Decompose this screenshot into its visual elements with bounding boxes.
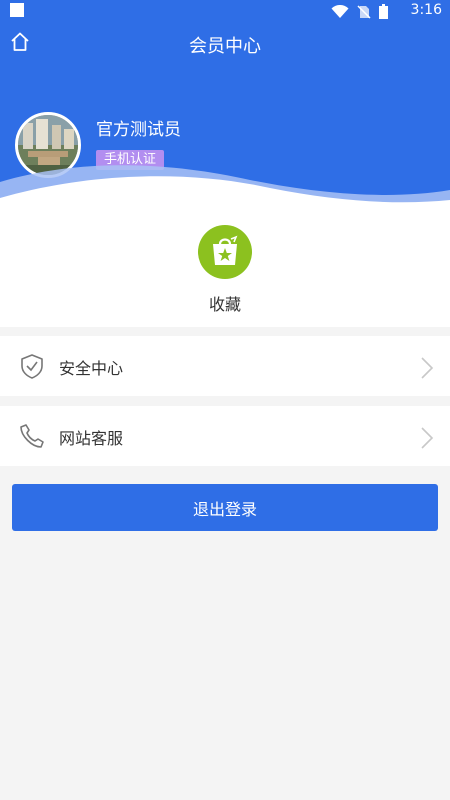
menu-item-label: 网站客服 — [59, 429, 124, 448]
no-sim-icon — [357, 4, 371, 19]
shopping-bag-star-icon — [213, 235, 238, 265]
favorites-label: 收藏 — [208, 295, 241, 314]
title-bar: 会员中心 — [0, 24, 450, 64]
battery-icon — [379, 4, 388, 19]
chevron-right-icon — [421, 427, 434, 449]
status-icons — [331, 4, 388, 19]
wifi-icon — [331, 4, 349, 18]
status-time: 3:16 — [410, 2, 442, 18]
logout-button[interactable]: 退出登录 — [12, 484, 438, 531]
page-title: 会员中心 — [189, 36, 261, 57]
menu-item-customer-service[interactable]: 网站客服 — [0, 406, 450, 466]
header-wave — [0, 165, 450, 210]
chevron-right-icon — [421, 357, 434, 379]
status-bar: 3:16 — [0, 0, 450, 24]
favorites-button[interactable] — [198, 225, 252, 279]
notification-icon — [10, 3, 24, 17]
shield-check-icon — [21, 354, 43, 379]
phone-icon — [20, 424, 44, 448]
menu-item-security-center[interactable]: 安全中心 — [0, 336, 450, 396]
menu-item-label: 安全中心 — [59, 359, 124, 378]
profile-header: 3:16 会员中心 官方测试员 手机认证 — [0, 0, 450, 210]
username: 官方测试员 — [96, 120, 181, 140]
favorites-section: 收藏 — [0, 205, 450, 327]
